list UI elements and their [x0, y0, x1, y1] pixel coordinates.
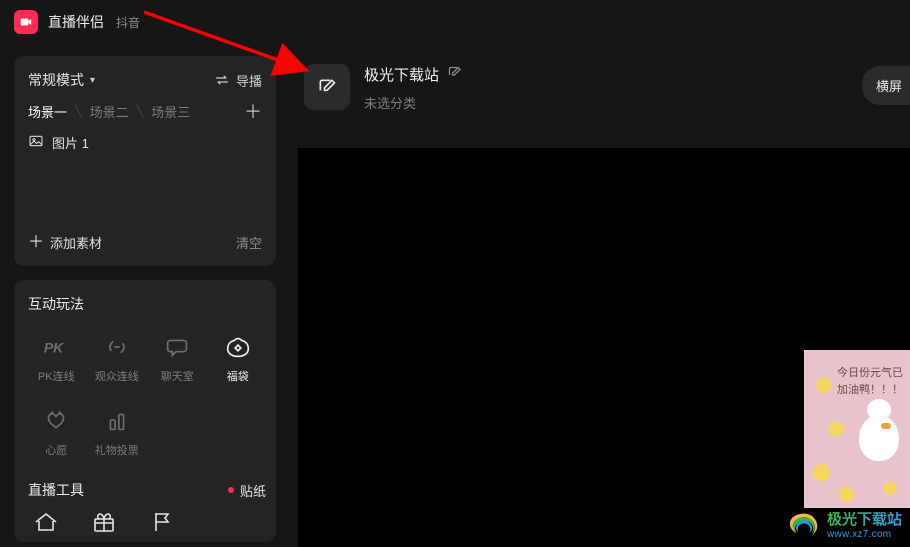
interact-label: 聊天室 [161, 368, 194, 384]
wish-icon [39, 406, 73, 436]
swap-icon [214, 72, 230, 88]
orientation-button[interactable]: 横屏 [862, 66, 910, 105]
chevron-down-icon: ▾ [90, 75, 95, 86]
link-icon [100, 332, 134, 362]
interact-pk[interactable]: PK PK连线 [28, 328, 85, 388]
mode-dropdown[interactable]: 常规模式 ▾ [28, 70, 95, 90]
plus-icon: ＋ [28, 235, 44, 251]
scene-tab-2[interactable]: 场景二 [90, 102, 129, 121]
app-logo [14, 10, 38, 34]
tab-separator: ╲ [137, 105, 144, 118]
interact-label: 心愿 [45, 442, 67, 458]
poll-icon [100, 406, 134, 436]
interact-luckybag[interactable]: 福袋 [210, 328, 267, 388]
sidebar: 常规模式 ▾ 导播 场景一 ╲ 场景二 ╲ 场景三 ＋ [0, 44, 290, 547]
scene-panel: 常规模式 ▾ 导播 场景一 ╲ 场景二 ╲ 场景三 ＋ [14, 56, 276, 266]
mode-label: 常规模式 [28, 70, 84, 90]
switch-director-label: 导播 [236, 71, 262, 90]
sticker-label: 贴纸 [240, 481, 266, 500]
interact-label: 福袋 [227, 368, 249, 384]
scene-tab-3[interactable]: 场景三 [151, 102, 190, 121]
interact-panel: 互动玩法 PK PK连线 观众连线 [14, 280, 276, 542]
tool-flag-icon[interactable] [148, 510, 176, 534]
interact-audience-link[interactable]: 观众连线 [89, 328, 146, 388]
svg-text:PK: PK [44, 340, 64, 356]
edit-cover-button[interactable] [304, 64, 350, 110]
interact-gift-vote[interactable]: 礼物投票 [89, 402, 146, 462]
tools-title: 直播工具 [28, 480, 84, 500]
add-source-label: 添加素材 [50, 233, 102, 252]
interact-label: 观众连线 [95, 368, 139, 384]
sticker-text: 今日份元气已 加油鸭！！！ [837, 365, 903, 398]
tool-home-icon[interactable] [32, 510, 60, 534]
tab-separator: ╲ [75, 105, 82, 118]
scene-tabs: 场景一 ╲ 场景二 ╲ 场景三 [28, 102, 190, 121]
image-icon [28, 133, 44, 152]
tool-gift-icon[interactable] [90, 510, 118, 534]
interact-title: 互动玩法 [28, 294, 266, 314]
category-selector[interactable]: 未选分类 [364, 93, 462, 112]
interact-label: PK连线 [38, 368, 75, 384]
interact-label: 礼物投票 [95, 442, 139, 458]
interact-chatroom[interactable]: 聊天室 [149, 328, 206, 388]
chat-icon [160, 332, 194, 362]
interact-wish[interactable]: 心愿 [28, 402, 85, 462]
clear-button[interactable]: 清空 [236, 233, 262, 252]
luckybag-icon [221, 332, 255, 362]
source-item-label: 图片 1 [52, 133, 89, 152]
app-title: 直播伴侣 [48, 12, 104, 32]
sticker-preview[interactable]: 今日份元气已 加油鸭！！！ [804, 350, 910, 508]
app-subtitle: 抖音 [116, 14, 140, 31]
sticker-button[interactable]: 贴纸 [228, 481, 266, 500]
main-area: 极光下载站 未选分类 横屏 今日份元气已 加油鸭！！！ 极光下载站 [290, 44, 910, 547]
room-title: 极光下载站 [364, 64, 439, 85]
title-bar: 直播伴侣 抖音 [0, 0, 910, 44]
pk-icon: PK [39, 332, 73, 362]
notification-dot [228, 487, 234, 493]
add-source-button[interactable]: ＋ 添加素材 [28, 233, 102, 252]
add-scene-button[interactable]: ＋ [244, 103, 262, 121]
switch-director-button[interactable]: 导播 [214, 71, 262, 90]
edit-title-button[interactable] [447, 65, 462, 85]
source-item[interactable]: 图片 1 [28, 133, 262, 152]
tools-icon-row [28, 500, 266, 534]
scene-tab-1[interactable]: 场景一 [28, 102, 67, 121]
